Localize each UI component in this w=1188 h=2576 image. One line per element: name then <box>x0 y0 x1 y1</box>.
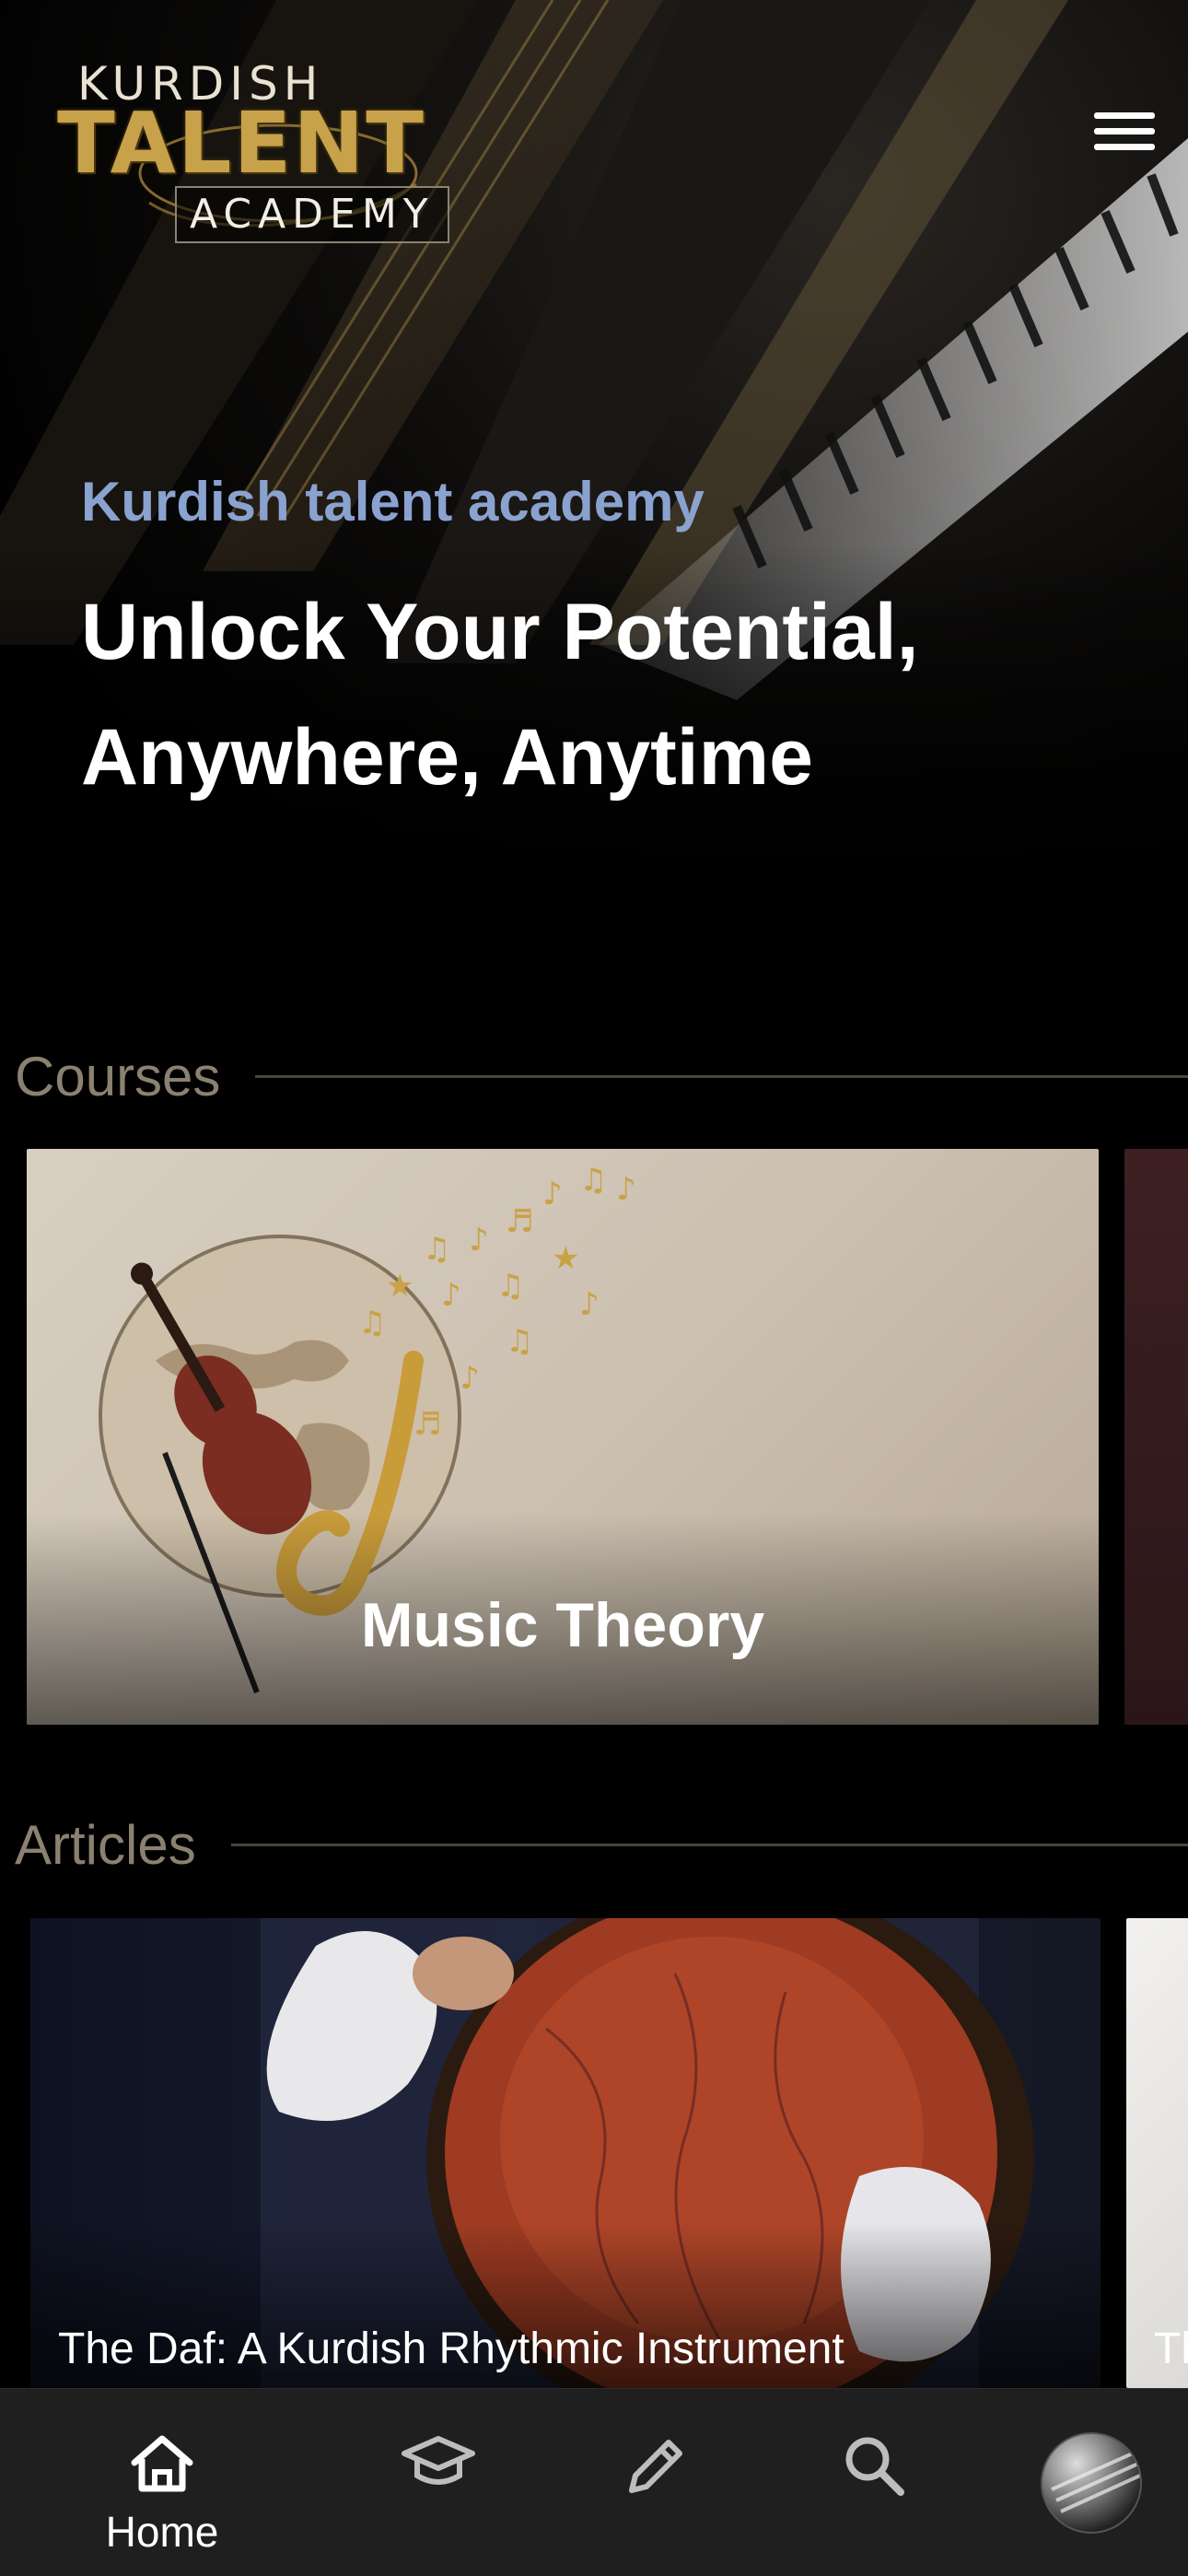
svg-text:♪: ♪ <box>579 1286 600 1323</box>
article-card[interactable]: The Daf: A Kurdish Rhythmic Instrument <box>30 1918 1101 2388</box>
articles-section-header: Articles <box>15 1808 1188 1881</box>
article-title: The Daf: A Kurdish Rhythmic Instrument <box>58 2324 844 2373</box>
hero-title: Unlock Your Potential, Anywhere, Anytime <box>81 588 919 802</box>
course-card-next-peek[interactable] <box>1124 1149 1188 1725</box>
svg-text:♫: ♫ <box>496 1268 524 1305</box>
svg-text:★: ★ <box>552 1240 579 1277</box>
svg-text:♪: ♪ <box>616 1171 636 1208</box>
svg-text:♫: ♫ <box>579 1162 607 1199</box>
svg-text:♫: ♫ <box>423 1231 450 1268</box>
academy-logo[interactable]: KURDISH TALENT ACADEMY <box>57 57 453 251</box>
graduation-cap-icon <box>402 2436 475 2485</box>
svg-text:♪: ♪ <box>469 1222 489 1259</box>
course-title: Music Theory <box>360 1590 765 1660</box>
course-card[interactable]: ♫ ♪ ♬ ♪ ♫ ♪ ♪ ♫ ★ ♪ ♫ ♪ ♬ ♫ ★ Music Theory <box>27 1149 1099 1725</box>
nav-item-home[interactable]: Home <box>70 2389 254 2576</box>
articles-section-label: Articles <box>15 1813 196 1876</box>
svg-text:♬: ♬ <box>413 1406 441 1443</box>
logo-text-academy: ACADEMY <box>175 186 449 243</box>
article-title-peek: Th <box>1154 2324 1188 2373</box>
logo-text-talent: TALENT <box>57 94 426 193</box>
nav-label-home: Home <box>105 2508 219 2556</box>
article-card-next-peek[interactable]: Th <box>1126 1918 1188 2388</box>
section-divider <box>255 1074 1188 1078</box>
svg-text:♪: ♪ <box>542 1176 563 1212</box>
bottom-navigation-bar: Home <box>0 2388 1188 2576</box>
hero-banner: KURDISH TALENT ACADEMY Kurdish talent ac… <box>0 0 1188 931</box>
pencil-icon <box>629 2440 682 2493</box>
svg-text:♪: ♪ <box>441 1277 461 1314</box>
hero-subtitle: Kurdish talent academy <box>81 471 705 533</box>
nav-item-search[interactable] <box>783 2389 967 2576</box>
svg-text:♪: ♪ <box>460 1360 480 1397</box>
courses-section-header: Courses <box>15 1039 1188 1113</box>
home-icon <box>131 2435 193 2492</box>
svg-text:♫: ♫ <box>506 1323 533 1360</box>
section-divider <box>230 1843 1188 1846</box>
profile-avatar[interactable] <box>1041 2432 1142 2534</box>
svg-text:♫: ♫ <box>358 1305 386 1341</box>
hamburger-menu-icon[interactable] <box>1085 103 1164 158</box>
search-icon <box>845 2437 904 2496</box>
courses-section-label: Courses <box>15 1045 221 1107</box>
nav-item-articles[interactable] <box>564 2389 748 2576</box>
svg-text:♬: ♬ <box>506 1203 533 1240</box>
nav-item-courses[interactable] <box>346 2389 530 2576</box>
profile-avatar-image <box>1051 2451 1140 2513</box>
svg-text:★: ★ <box>386 1268 413 1305</box>
